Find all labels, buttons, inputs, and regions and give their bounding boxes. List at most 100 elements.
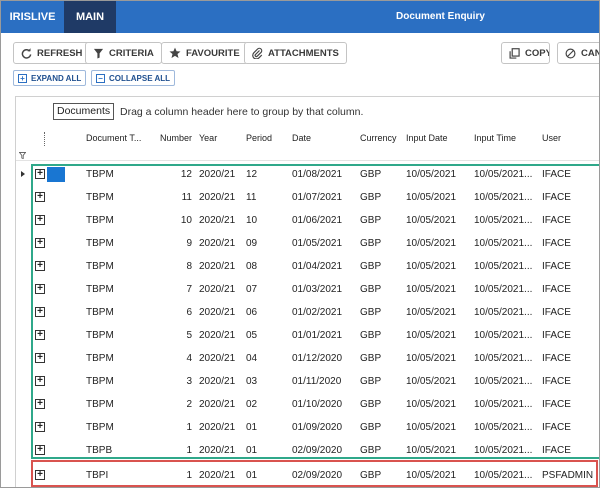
cell-period: 06: [246, 307, 258, 318]
column-header-number[interactable]: Number: [160, 125, 192, 151]
table-row[interactable]: + TBPI 1 2020/21 01 02/09/2020 GBP 10/05/2021 10…: [16, 464, 599, 487]
table-row[interactable]: + TBPM 7 2020/21 07 01/03/2021 GBP 10/05/2021 10…: [16, 278, 599, 301]
plus-box-icon: +: [18, 73, 27, 83]
cell-user: PSFADMIN: [542, 470, 594, 481]
cell-period: 01: [246, 445, 258, 456]
cell-period: 11: [246, 192, 257, 203]
cell-input-time: 10/05/2021...: [474, 470, 533, 481]
cell-number: 4: [186, 353, 192, 364]
expand-row-icon[interactable]: +: [35, 238, 45, 248]
cell-document-type: TBPM: [86, 353, 114, 364]
cell-year: 2020/21: [199, 376, 236, 387]
expand-row-icon[interactable]: +: [35, 470, 45, 480]
expand-row-icon[interactable]: +: [35, 353, 45, 363]
collapse-all-button[interactable]: − COLLAPSE ALL: [91, 70, 176, 86]
cell-document-type: TBPM: [86, 422, 114, 433]
documents-group-chip[interactable]: Documents: [53, 103, 115, 120]
tab-irislive[interactable]: IRISLIVE: [1, 1, 64, 33]
column-header-period[interactable]: Period: [246, 125, 272, 151]
table-row[interactable]: + TBPM 11 2020/21 11 01/07/2021 GBP 10/05/2021 1…: [16, 186, 599, 209]
refresh-button[interactable]: REFRESH: [13, 42, 91, 64]
cell-date: 01/10/2020: [292, 399, 343, 410]
copy-button[interactable]: COPY: [501, 42, 550, 64]
cell-input-date: 10/05/2021: [406, 376, 457, 387]
tab-main[interactable]: MAIN: [64, 1, 116, 33]
cell-currency: GBP: [360, 261, 382, 272]
refresh-icon: [21, 47, 32, 59]
cell-number: 10: [180, 215, 192, 226]
cell-input-time: 10/05/2021...: [474, 284, 533, 295]
table-row[interactable]: + TBPB 1 2020/21 01 02/09/2020 GBP 10/05/2021 10…: [16, 439, 599, 462]
cell-document-type: TBPM: [86, 284, 114, 295]
table-row[interactable]: + TBPM 6 2020/21 06 01/02/2021 GBP 10/05/2021 10…: [16, 301, 599, 324]
cell-year: 2020/21: [199, 399, 236, 410]
column-header-user[interactable]: User: [542, 125, 561, 151]
cell-date: 01/03/2021: [292, 284, 343, 295]
column-header-year[interactable]: Year: [199, 125, 217, 151]
column-header-currency[interactable]: Currency: [360, 125, 397, 151]
favourite-button[interactable]: FAVOURITE: [161, 42, 248, 64]
column-header-date[interactable]: Date: [292, 125, 311, 151]
cell-document-type: TBPM: [86, 238, 114, 249]
cell-currency: GBP: [360, 238, 382, 249]
column-header-document-type[interactable]: Document T...: [86, 125, 141, 151]
table-row[interactable]: + TBPM 2 2020/21 02 01/10/2020 GBP 10/05/2021 10…: [16, 393, 599, 416]
cell-period: 12: [246, 169, 258, 180]
group-panel[interactable]: Documents Drag a column header here to g…: [16, 97, 599, 125]
cell-user: IFACE: [542, 284, 571, 295]
cell-user: IFACE: [542, 330, 571, 341]
cell-document-type: TBPM: [86, 215, 114, 226]
table-row[interactable]: + TBPM 12 2020/21 12 01/08/2021 GBP 10/05/2021 1…: [16, 163, 599, 186]
cell-period: 01: [246, 422, 258, 433]
table-row[interactable]: + TBPM 10 2020/21 10 01/06/2021 GBP 10/05/2021 1…: [16, 209, 599, 232]
cell-year: 2020/21: [199, 192, 236, 203]
selected-cell[interactable]: [47, 167, 65, 182]
table-row[interactable]: + TBPM 5 2020/21 05 01/01/2021 GBP 10/05/2021 10…: [16, 324, 599, 347]
cell-user: IFACE: [542, 192, 571, 203]
column-chooser-handle[interactable]: [44, 132, 46, 146]
expand-row-icon[interactable]: +: [35, 330, 45, 340]
cell-currency: GBP: [360, 192, 382, 203]
copy-icon: [509, 47, 520, 59]
expand-row-icon[interactable]: +: [35, 284, 45, 294]
cell-input-time: 10/05/2021...: [474, 330, 533, 341]
column-header-input-time[interactable]: Input Time: [474, 125, 516, 151]
expand-row-icon[interactable]: +: [35, 376, 45, 386]
expand-row-icon[interactable]: +: [35, 422, 45, 432]
expand-row-icon[interactable]: +: [35, 399, 45, 409]
expand-row-icon[interactable]: +: [35, 169, 45, 179]
expand-all-button[interactable]: + EXPAND ALL: [13, 70, 87, 86]
cell-number: 11: [181, 192, 192, 203]
expand-row-icon[interactable]: +: [35, 307, 45, 317]
cell-date: 01/01/2021: [292, 330, 343, 341]
filter-row-icon[interactable]: [19, 152, 26, 159]
expand-row-icon[interactable]: +: [35, 261, 45, 271]
cell-number: 8: [186, 261, 192, 272]
cell-year: 2020/21: [199, 215, 236, 226]
expand-row-icon[interactable]: +: [35, 192, 45, 202]
cell-date: 01/07/2021: [292, 192, 343, 203]
cell-currency: GBP: [360, 353, 382, 364]
column-header-input-date[interactable]: Input Date: [406, 125, 448, 151]
criteria-button[interactable]: CRITERIA: [85, 42, 162, 64]
cell-input-date: 10/05/2021: [406, 169, 457, 180]
attachments-button[interactable]: ATTACHMENTS: [244, 42, 347, 64]
table-row[interactable]: + TBPM 8 2020/21 08 01/04/2021 GBP 10/05/2021 10…: [16, 255, 599, 278]
cell-year: 2020/21: [199, 169, 236, 180]
cell-year: 2020/21: [199, 330, 236, 341]
cell-user: IFACE: [542, 215, 571, 226]
cell-currency: GBP: [360, 376, 382, 387]
cancel-label: CANC: [581, 47, 599, 59]
table-row[interactable]: + TBPM 1 2020/21 01 01/09/2020 GBP 10/05/2021 10…: [16, 416, 599, 439]
expand-row-icon[interactable]: +: [35, 215, 45, 225]
table-row[interactable]: + TBPM 3 2020/21 03 01/11/2020 GBP 10/05/2021 10…: [16, 370, 599, 393]
refresh-label: REFRESH: [37, 47, 83, 59]
filter-row[interactable]: [16, 151, 599, 161]
table-row[interactable]: + TBPM 4 2020/21 04 01/12/2020 GBP 10/05/2021 10…: [16, 347, 599, 370]
cell-document-type: TBPI: [86, 470, 109, 481]
table-row[interactable]: + TBPM 9 2020/21 09 01/05/2021 GBP 10/05/2021 10…: [16, 232, 599, 255]
expand-row-icon[interactable]: +: [35, 445, 45, 455]
cancel-button[interactable]: CANC: [557, 42, 599, 64]
cell-document-type: TBPM: [86, 376, 114, 387]
cell-input-time: 10/05/2021...: [474, 215, 533, 226]
